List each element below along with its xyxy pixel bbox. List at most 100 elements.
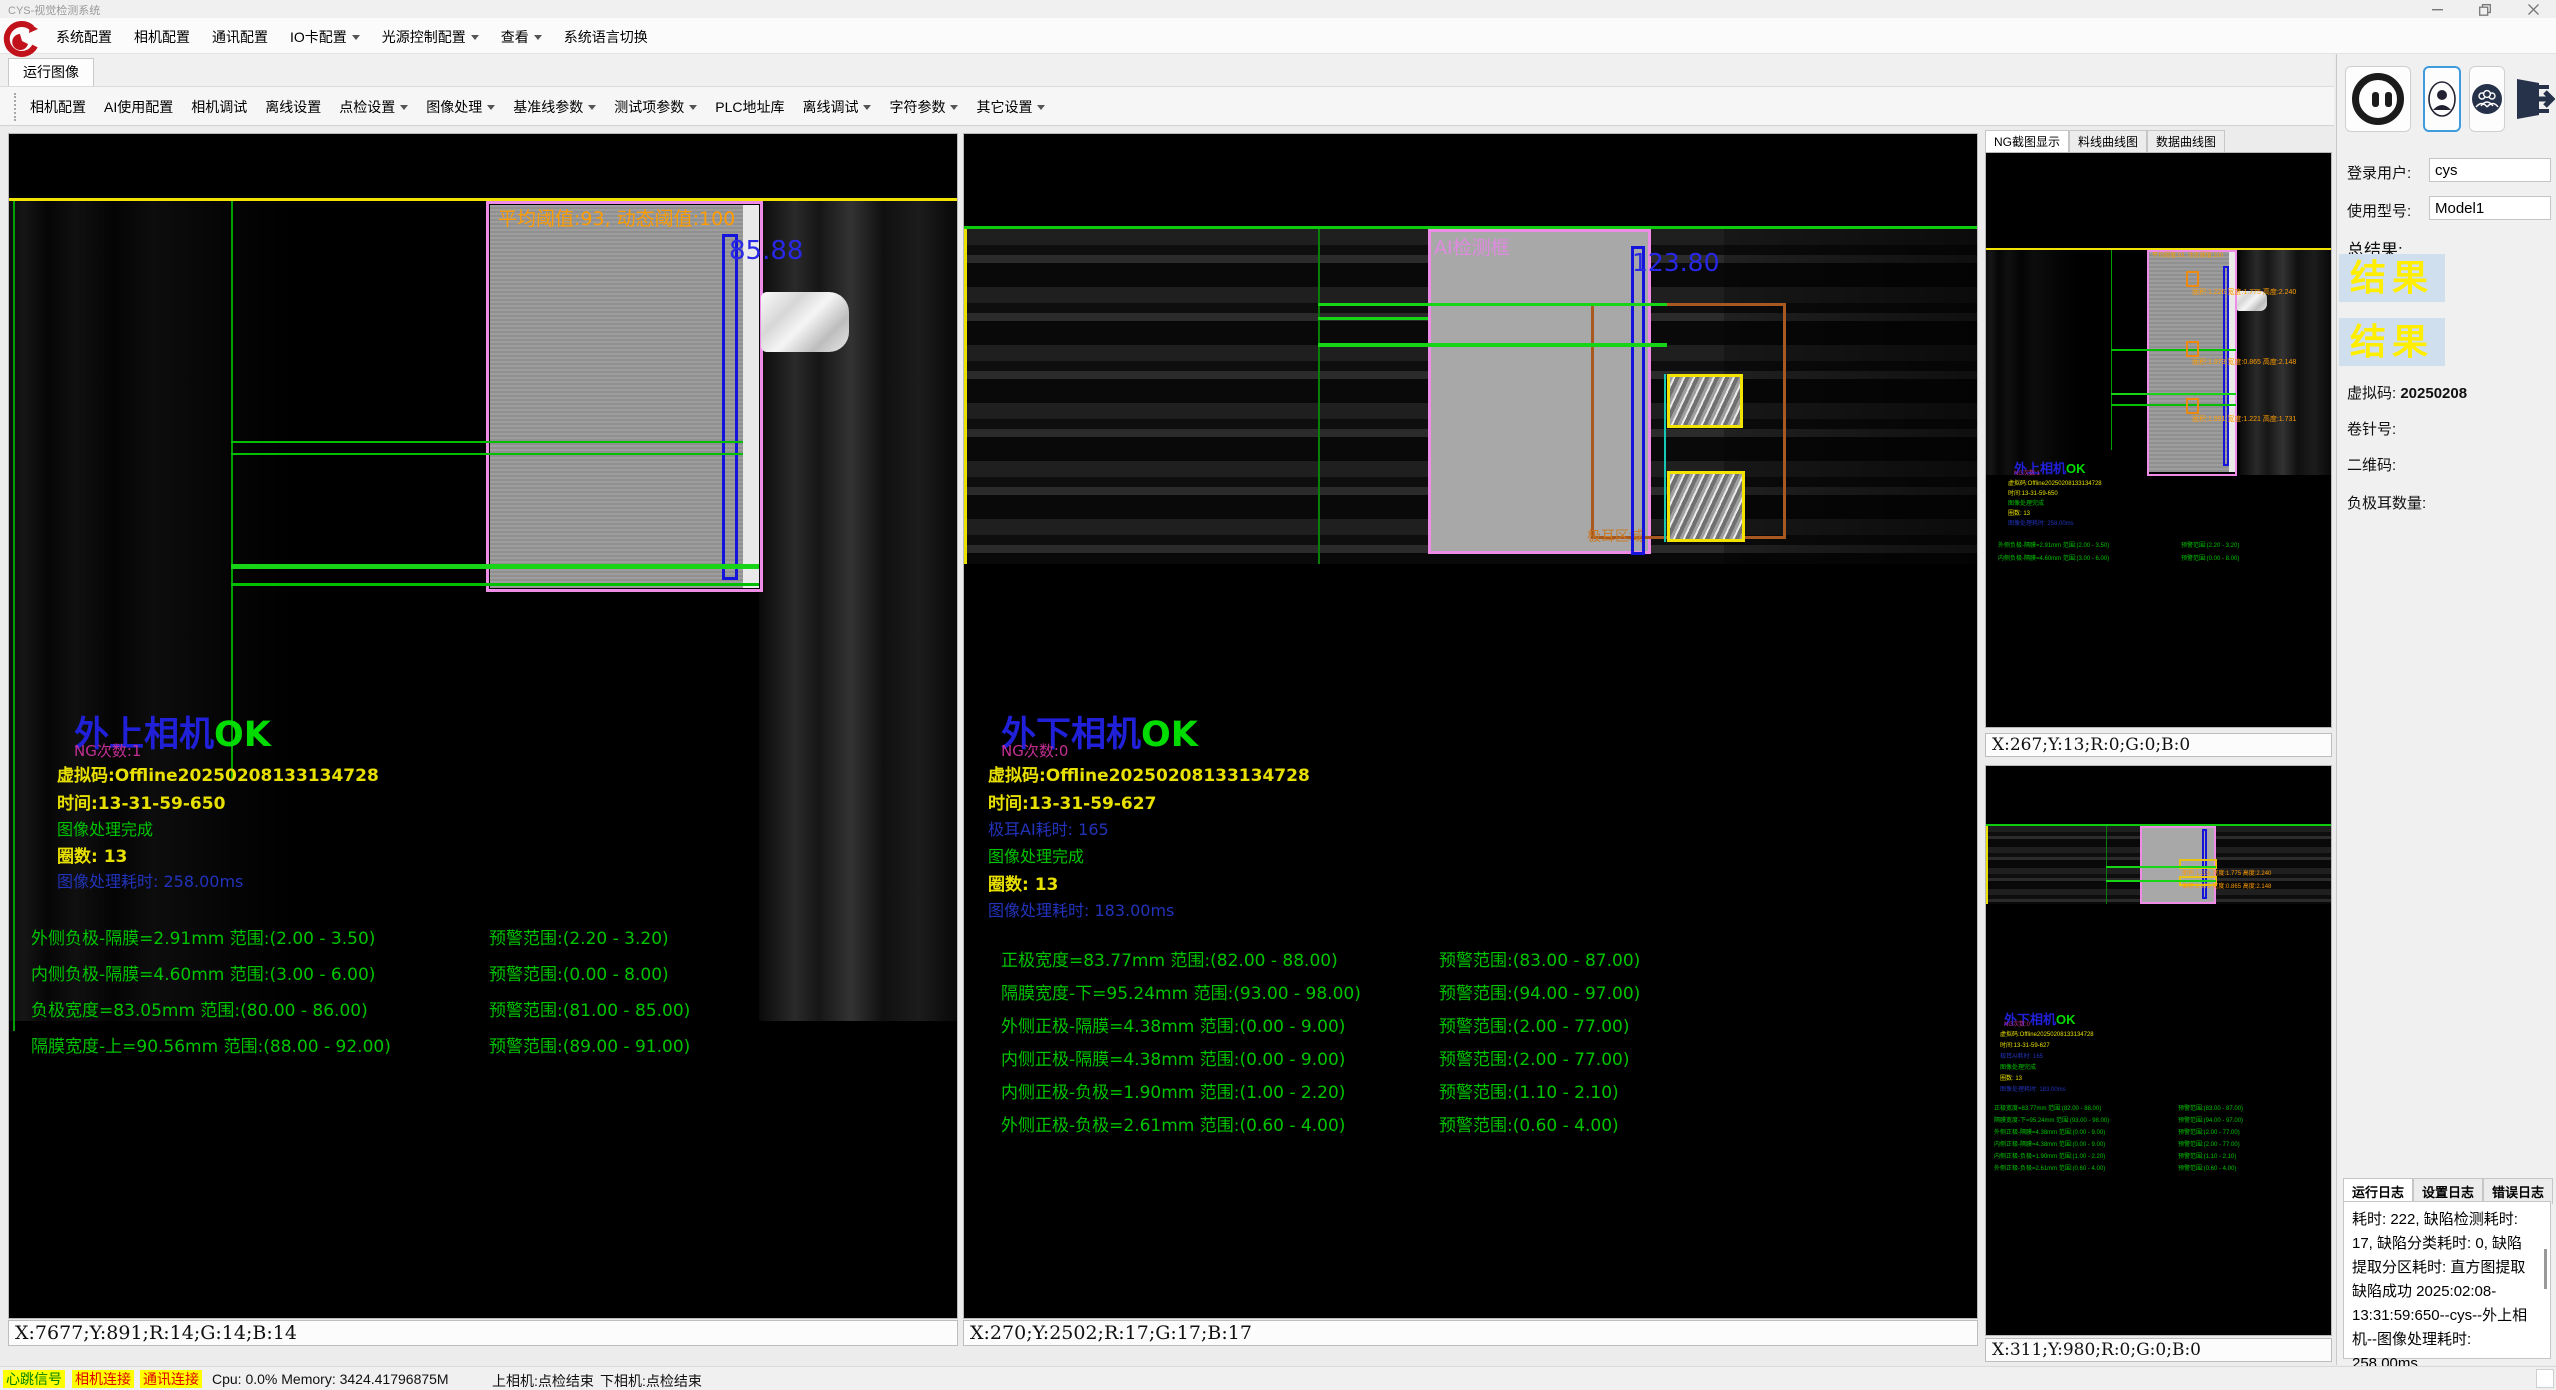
capture-time: 时间:13-31-59-627: [2000, 1043, 2050, 1050]
virtual-code-label: 虚拟码: 20250208: [2347, 382, 2467, 403]
ng-count: NG次数:1: [2014, 471, 2040, 478]
left-camera-view[interactable]: 85.88 平均阈值:93, 动态阈值:100 外上相机OK NG次数:1 虚拟…: [8, 133, 958, 1319]
ai-elapsed: 极耳AI耗时: 165: [2000, 1054, 2043, 1061]
measurement-value: 内侧正极-隔膜=4.38mm 范围:(0.00 - 9.00): [1994, 1142, 2105, 1149]
menu-bar: 系统配置 相机配置 通讯配置 IO卡配置 光源控制配置 查看 系统语言切换: [0, 18, 2556, 54]
thumb-texture: [1986, 250, 2146, 475]
tool-ai-use-config[interactable]: AI使用配置: [104, 97, 173, 117]
minimize-icon[interactable]: [2420, 0, 2454, 18]
measurement-warn: 预警范围:(1.10 - 2.10): [1439, 1078, 1619, 1103]
title-bar: CYS-视觉检测系统: [0, 0, 2556, 18]
tool-camera-debug[interactable]: 相机调试: [191, 97, 247, 117]
middle-coordinate-bar: X:270;Y:2502;R:17;G:17;B:17: [963, 1320, 1978, 1346]
lower-camera-check-text: 下相机:点检结束: [600, 1371, 702, 1390]
measurement-value: 正极宽度=83.77mm 范围:(82.00 - 88.00): [1994, 1106, 2101, 1113]
defect-box: [2186, 271, 2199, 287]
ng-thumbnail-lower[interactable]: 面积:1.226 宽度:1.775 高度:2.240 面积:1.973 宽度:0…: [1985, 765, 2332, 1336]
measurement-value: 外侧正极-负极=2.61mm 范围:(0.60 - 4.00): [1001, 1111, 1345, 1136]
measurement-warn: 预警范围:(2.00 - 77.00): [2178, 1142, 2240, 1149]
users-group-icon: [2471, 83, 2503, 115]
measurement-warn: 预警范围:(1.10 - 2.10): [2178, 1154, 2236, 1161]
model-field[interactable]: [2429, 196, 2551, 220]
tab-run-image[interactable]: 运行图像: [8, 58, 94, 86]
chevron-down-icon: [400, 105, 408, 110]
measurement-warn: 预警范围:(0.60 - 4.00): [2178, 1166, 2236, 1173]
run-log-content[interactable]: 耗时: 222, 缺陷检测耗时: 17, 缺陷分类耗时: 0, 缺陷提取分区耗时…: [2343, 1201, 2551, 1359]
exit-icon: [2513, 77, 2555, 121]
tab-line-curve[interactable]: 料线曲线图: [2069, 130, 2147, 152]
tool-plc-address[interactable]: PLC地址库: [715, 97, 784, 117]
camera-connect-badge: 相机连接: [72, 1370, 134, 1388]
current-user-button[interactable]: [2423, 66, 2461, 132]
tab-data-curve[interactable]: 数据曲线图: [2147, 130, 2225, 152]
chevron-down-icon: [534, 35, 542, 40]
chevron-down-icon: [863, 105, 871, 110]
user-manage-button[interactable]: [2469, 66, 2505, 132]
blue-measure-value: 123.80: [1632, 248, 1719, 277]
measurement-warn: 预警范围:(2.20 - 3.20): [489, 924, 669, 949]
tool-other-settings[interactable]: 其它设置: [976, 97, 1045, 117]
measurement-value: 内侧正极-负极=1.90mm 范围:(1.00 - 2.20): [1001, 1078, 1345, 1103]
measurement-warn: 预警范围:(94.00 - 97.00): [1439, 979, 1640, 1004]
close-icon[interactable]: [2516, 0, 2550, 18]
measurement-value: 隔膜宽度-下=95.24mm 范围:(93.00 - 98.00): [1001, 979, 1361, 1004]
tab-ng-capture[interactable]: NG截图显示: [1985, 130, 2069, 152]
cpu-memory-text: Cpu: 0.0% Memory: 3424.41796875M: [212, 1371, 449, 1387]
menu-language-switch[interactable]: 系统语言切换: [564, 27, 648, 47]
tool-offline-debug[interactable]: 离线调试: [802, 97, 871, 117]
measure-green-line: [231, 201, 233, 781]
measurement-warn: 预警范围:(0.00 - 8.00): [489, 960, 669, 985]
toolbar-grip-handle[interactable]: [14, 93, 18, 121]
capture-time: 时间:13-31-59-650: [57, 789, 225, 814]
tool-offline-setting[interactable]: 离线设置: [265, 97, 321, 117]
chevron-down-icon: [950, 105, 958, 110]
menu-camera-config[interactable]: 相机配置: [134, 27, 190, 47]
middle-camera-view[interactable]: AI检测框 极耳区域 123.80 外下相机OK NG次数:0 虚拟码:Offl…: [963, 133, 1978, 1319]
process-done: 图像处理完成: [988, 843, 1084, 867]
measure-green-line: [231, 583, 759, 586]
tool-image-process[interactable]: 图像处理: [426, 97, 495, 117]
toolbar: 相机配置 AI使用配置 相机调试 离线设置 点检设置 图像处理 基准线参数 测试…: [0, 86, 2334, 126]
login-user-label: 登录用户:: [2347, 162, 2411, 183]
measurement-value: 外侧正极-负极=2.61mm 范围:(0.60 - 4.00): [1994, 1166, 2105, 1173]
edge-green-line: [13, 201, 15, 1031]
process-elapsed: 图像处理耗时: 183.00ms: [2000, 1087, 2066, 1094]
camera-ok-status: OK: [214, 715, 271, 755]
pause-button[interactable]: [2345, 66, 2411, 132]
measure-green-line: [231, 441, 743, 443]
menu-items: 系统配置 相机配置 通讯配置 IO卡配置 光源控制配置 查看 系统语言切换: [56, 27, 648, 47]
virtual-code: 虚拟码:Offline20250208133134728: [2008, 481, 2102, 488]
exit-button[interactable]: [2513, 66, 2555, 132]
defect-label: 面积:1.991 宽度:1.221 高度:1.731: [2192, 416, 2296, 424]
process-elapsed: 图像处理耗时: 258.00ms: [57, 868, 243, 892]
tool-camera-config[interactable]: 相机配置: [30, 97, 86, 117]
measure-green-line: [231, 564, 759, 569]
measure-green-line: [231, 453, 743, 455]
tool-baseline-params[interactable]: 基准线参数: [513, 97, 596, 117]
tool-test-item-params[interactable]: 测试项参数: [614, 97, 697, 117]
restore-icon[interactable]: [2468, 0, 2502, 18]
menu-system-config[interactable]: 系统配置: [56, 27, 112, 47]
measurement-warn: 预警范围:(0.60 - 4.00): [1439, 1111, 1619, 1136]
edge-yellow-line: [964, 229, 967, 564]
chevron-down-icon: [352, 35, 360, 40]
model-label: 使用型号:: [2347, 200, 2411, 221]
tool-spot-check[interactable]: 点检设置: [339, 97, 408, 117]
ng-thumbnail-upper[interactable]: 面积:1.226 宽度:1.775 高度:2.240 面积:1.973 宽度:0…: [1985, 152, 2332, 728]
measurement-warn: 预警范围:(83.00 - 87.00): [2178, 1106, 2243, 1113]
neg-tab-count-label: 负极耳数量:: [2347, 492, 2426, 513]
measure-green-line: [1318, 303, 1667, 306]
menu-comm-config[interactable]: 通讯配置: [212, 27, 268, 47]
log-scrollbar[interactable]: [2544, 1249, 2547, 1289]
measurement-warn: 预警范围:(89.00 - 91.00): [489, 1032, 690, 1057]
measure-green-line: [2111, 404, 2236, 406]
app-logo-icon: [2, 20, 42, 60]
login-user-field[interactable]: [2429, 158, 2551, 182]
measurement-warn: 预警范围:(81.00 - 85.00): [489, 996, 690, 1021]
menu-light-config[interactable]: 光源控制配置: [382, 27, 479, 47]
menu-io-config[interactable]: IO卡配置: [290, 27, 360, 47]
measurement-value: 正极宽度=83.77mm 范围:(82.00 - 88.00): [1001, 946, 1338, 971]
measurement-value: 隔膜宽度-上=90.56mm 范围:(88.00 - 92.00): [31, 1032, 391, 1057]
menu-view[interactable]: 查看: [501, 27, 542, 47]
tool-char-params[interactable]: 字符参数: [889, 97, 958, 117]
